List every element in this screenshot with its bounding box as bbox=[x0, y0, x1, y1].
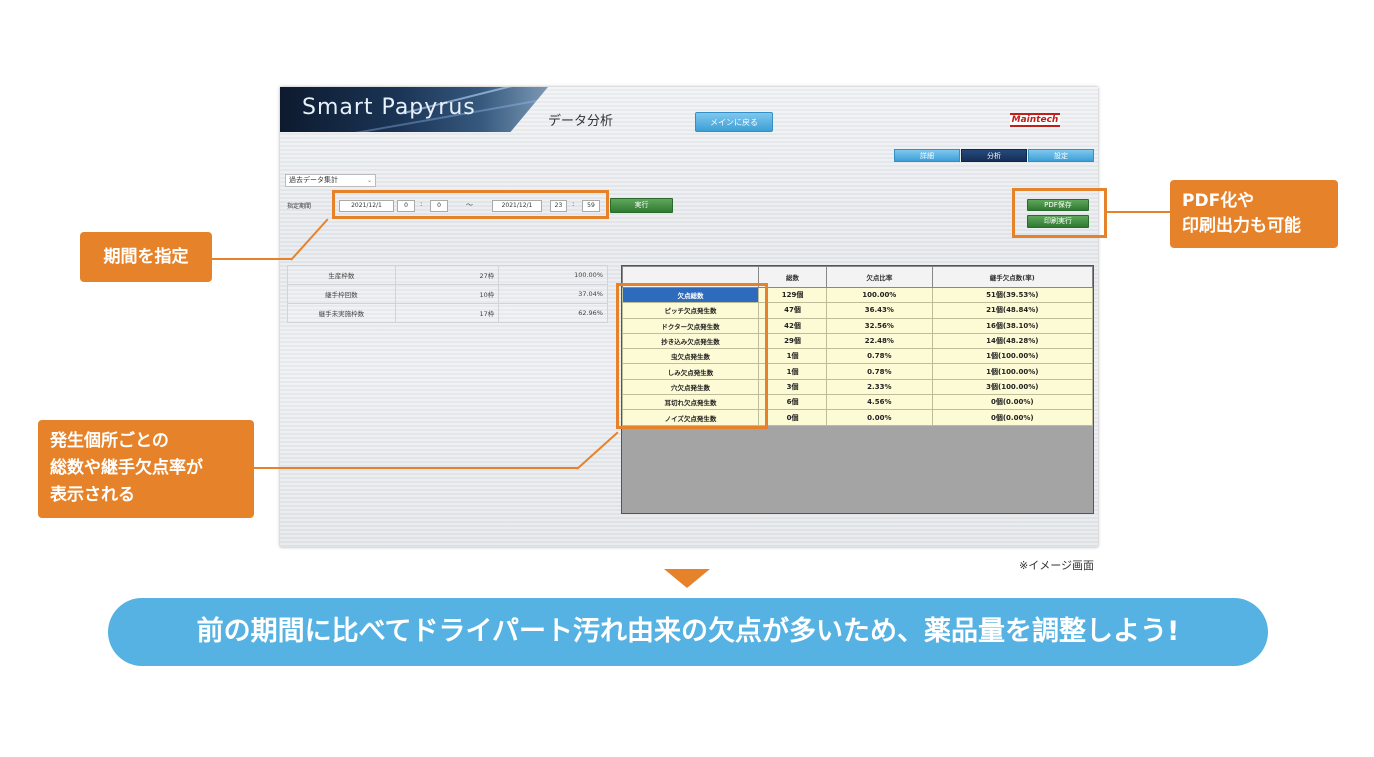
summary-ratio: 37.04% bbox=[498, 284, 608, 304]
ratio-cell: 0.00% bbox=[826, 409, 933, 426]
chevron-down-icon: ⌄ bbox=[366, 177, 372, 184]
back-to-main-button[interactable]: メインに戻る bbox=[695, 112, 773, 132]
connector-line bbox=[1106, 211, 1170, 213]
callout-line: 表示される bbox=[50, 485, 135, 505]
callout-totals: 発生個所ごとの 総数や継手欠点率が 表示される bbox=[38, 420, 254, 518]
summary-label: 生産枠数 bbox=[287, 265, 396, 285]
callout-line: 印刷出力も可能 bbox=[1182, 216, 1301, 236]
ratio-cell: 22.48% bbox=[826, 332, 933, 350]
table-row: 生産枠数 27枠 100.00% bbox=[287, 265, 608, 285]
ratio-cell: 4.56% bbox=[826, 394, 933, 411]
joint-cell: 16個(38.10%) bbox=[931, 317, 1094, 334]
tab-analysis[interactable]: 分析 bbox=[961, 149, 1027, 162]
joint-cell: 0個(0.00%) bbox=[931, 394, 1094, 411]
total-cell: 47個 bbox=[757, 302, 828, 319]
joint-cell: 21個(48.84%) bbox=[931, 302, 1094, 319]
total-cell: 1個 bbox=[757, 348, 828, 365]
summary-value: 10枠 bbox=[394, 284, 500, 304]
column-header-total: 総数 bbox=[757, 266, 828, 288]
total-cell: 129個 bbox=[757, 286, 828, 304]
defect-type-highlight bbox=[616, 283, 768, 429]
summary-ratio: 62.96% bbox=[498, 303, 608, 323]
connector-line bbox=[253, 467, 578, 469]
joint-cell: 1個(100.00%) bbox=[931, 348, 1094, 365]
summary-ratio: 100.00% bbox=[498, 265, 608, 285]
summary-label: 継手未実施枠数 bbox=[287, 303, 396, 323]
callout-export: PDF化や 印刷出力も可能 bbox=[1170, 180, 1338, 248]
brand-header: Smart Papyrus bbox=[280, 87, 548, 132]
tab-settings[interactable]: 設定 bbox=[1028, 149, 1094, 162]
total-cell: 29個 bbox=[757, 332, 828, 350]
joint-cell: 14個(48.28%) bbox=[931, 332, 1094, 350]
column-header-ratio: 欠点比率 bbox=[826, 266, 933, 288]
connector-line bbox=[212, 258, 292, 260]
period-highlight bbox=[332, 190, 609, 219]
callout-period: 期間を指定 bbox=[80, 232, 212, 282]
period-label: 指定期間 bbox=[287, 203, 312, 210]
ratio-cell: 0.78% bbox=[826, 363, 933, 380]
ratio-cell: 0.78% bbox=[826, 348, 933, 365]
table-row: 継手枠回数 10枠 37.04% bbox=[287, 284, 608, 304]
conclusion-banner: 前の期間に比べてドライパート汚れ由来の欠点が多いため、薬品量を調整しよう! bbox=[108, 598, 1268, 666]
image-note: ※イメージ画面 bbox=[1019, 559, 1094, 572]
total-cell: 42個 bbox=[757, 317, 828, 334]
ratio-cell: 36.43% bbox=[826, 302, 933, 319]
callout-line: 総数や継手欠点率が bbox=[50, 458, 203, 478]
column-header-joint: 継手欠点数(率) bbox=[931, 266, 1094, 288]
aggregation-mode-select[interactable]: 過去データ集計 ⌄ bbox=[285, 174, 376, 187]
summary-value: 27枠 bbox=[394, 265, 500, 285]
callout-line: 発生個所ごとの bbox=[50, 431, 169, 451]
arrow-down-icon bbox=[664, 569, 710, 588]
page-title: データ分析 bbox=[548, 114, 614, 129]
summary-value: 17枠 bbox=[394, 303, 500, 323]
export-highlight bbox=[1012, 188, 1107, 238]
total-cell: 0個 bbox=[757, 409, 828, 426]
joint-cell: 51個(39.53%) bbox=[931, 286, 1094, 304]
company-logo: Maintech bbox=[1010, 113, 1060, 127]
ratio-cell: 32.56% bbox=[826, 317, 933, 334]
total-cell: 1個 bbox=[757, 363, 828, 380]
joint-cell: 3個(100.00%) bbox=[931, 378, 1094, 396]
run-button[interactable]: 実行 bbox=[610, 198, 673, 213]
brand-logo: Smart Papyrus bbox=[302, 95, 476, 120]
joint-cell: 1個(100.00%) bbox=[931, 363, 1094, 380]
total-cell: 6個 bbox=[757, 394, 828, 411]
ratio-cell: 2.33% bbox=[826, 378, 933, 396]
total-cell: 3個 bbox=[757, 378, 828, 396]
joint-cell: 0個(0.00%) bbox=[931, 409, 1094, 426]
tab-detail[interactable]: 詳細 bbox=[894, 149, 960, 162]
table-row: 継手未実施枠数 17枠 62.96% bbox=[287, 303, 608, 323]
summary-label: 継手枠回数 bbox=[287, 284, 396, 304]
ratio-cell: 100.00% bbox=[826, 286, 933, 304]
summary-table: 生産枠数 27枠 100.00% 継手枠回数 10枠 37.04% 継手未実施枠… bbox=[287, 265, 608, 323]
callout-line: PDF化や bbox=[1182, 191, 1255, 211]
aggregation-mode-value: 過去データ集計 bbox=[289, 176, 338, 184]
